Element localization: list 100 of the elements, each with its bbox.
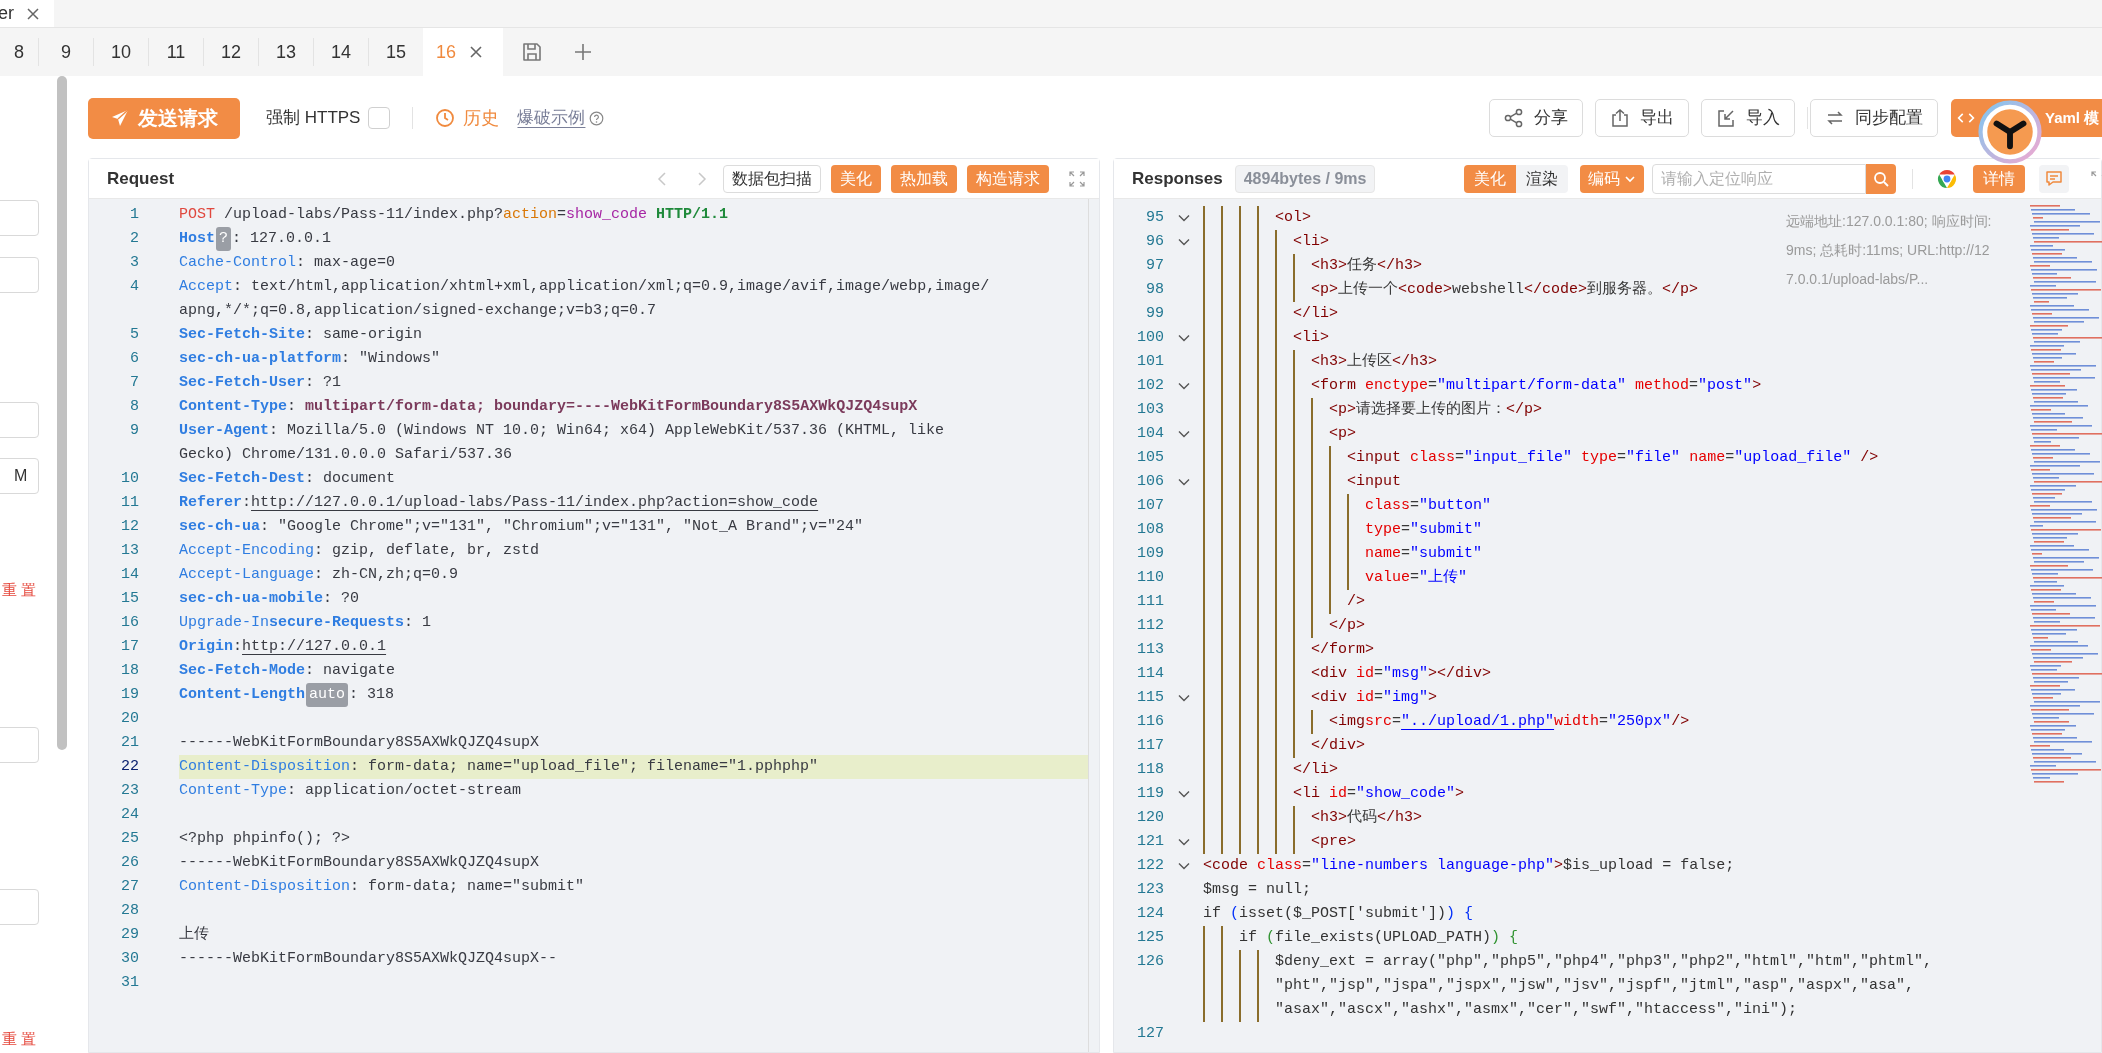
code-line: Sec-Fetch-Mode: navigate xyxy=(179,661,397,681)
code-line: if (isset($_POST['submit'])) { xyxy=(1203,904,1474,924)
code-line: "pht","jsp","jspa","jspx","jsw","jsv","jspf","jtml","asp","aspx","asa", xyxy=(1275,976,1915,996)
code-text: : 318 xyxy=(349,685,395,705)
render-button[interactable]: 渲染 xyxy=(1516,164,1568,193)
line-number: 101 xyxy=(1136,352,1164,372)
code-line: <li id="show_code"> xyxy=(1293,784,1465,804)
code-line: </div> xyxy=(1311,736,1365,756)
line-number: 95 xyxy=(1145,208,1164,228)
code-text: Origin xyxy=(179,637,233,657)
packet-scan-button[interactable]: 数据包扫描 xyxy=(723,164,821,193)
toolbar-button[interactable]: 同步配置 xyxy=(1810,99,1938,137)
reset-link[interactable]: 重 置 xyxy=(2,1029,37,1049)
response-size-label: 4894bytes / 9ms xyxy=(1234,164,1376,193)
examples-link[interactable]: 爆破示例 xyxy=(517,105,586,131)
toolbar-button[interactable]: 导入 xyxy=(1701,99,1795,137)
line-number: 112 xyxy=(1136,616,1164,636)
code-line: Accept: text/html,application/xhtml+xml,application/xml;q=0.9,image/avif,image/webp,image/ xyxy=(179,277,991,297)
code-text: <img xyxy=(1329,712,1365,732)
code-line: class="button" xyxy=(1365,496,1492,516)
code-line: $msg = null; xyxy=(1203,880,1312,900)
line-number: 15 xyxy=(120,589,139,609)
line-number: 98 xyxy=(1145,280,1164,300)
line-number: 23 xyxy=(120,781,139,801)
line-number: 8 xyxy=(129,397,139,417)
code-line: <form enctype="multipart/form-data" method="post"> xyxy=(1311,376,1762,396)
line-number: 28 xyxy=(120,901,139,921)
code-text: Host xyxy=(179,229,215,249)
code-line: <p>请选择要上传的图片：</p> xyxy=(1329,399,1543,420)
code-line: <li> xyxy=(1293,232,1329,252)
tab[interactable]: 11 xyxy=(148,38,203,66)
code-line: <input class="input_file" type="file" name="upload_file" /> xyxy=(1347,448,1879,468)
link[interactable]: http://127.0.0.1 xyxy=(242,635,387,659)
tab[interactable]: 12 xyxy=(203,38,258,66)
line-number: 120 xyxy=(1136,808,1164,828)
line-number: 96 xyxy=(1145,232,1164,252)
line-number: 17 xyxy=(120,637,139,657)
code-text: = xyxy=(1599,712,1609,732)
code-line: Content-Disposition: form-data; name="submit" xyxy=(179,877,586,897)
tab[interactable]: 13 xyxy=(258,38,313,66)
line-number: 20 xyxy=(120,709,139,729)
code-line: </form> xyxy=(1311,640,1374,660)
line-number: 10 xyxy=(120,469,139,489)
code-line: ------WebKitFormBoundary8S5AXWkQJZQ4supX-- xyxy=(179,949,559,969)
code-text: src xyxy=(1365,712,1393,732)
code-line: </p> xyxy=(1329,616,1365,636)
line-number: 127 xyxy=(1136,1024,1164,1044)
code-line: type="submit" xyxy=(1365,520,1483,540)
line-number: 12 xyxy=(120,517,139,537)
code-line: apng,*/*;q=0.8,application/signed-exchange;v=b3;q=0.7 xyxy=(179,301,658,321)
line-number: 1 xyxy=(129,205,139,225)
line-number: 125 xyxy=(1136,928,1164,948)
code-line: <pre> xyxy=(1311,832,1356,852)
code-line: <h3>代码</h3> xyxy=(1311,808,1423,828)
line-number: 22 xyxy=(120,757,139,777)
line-number: 102 xyxy=(1136,376,1164,396)
line-number: 111 xyxy=(1136,592,1164,612)
code-text: /> xyxy=(1671,712,1690,732)
line-number: 106 xyxy=(1136,472,1164,492)
line-number: 3 xyxy=(129,253,139,273)
code-line: <p>上传一个<code>webshell</code>到服务器。</p> xyxy=(1311,279,1699,300)
toolbar-button[interactable]: 分享 xyxy=(1489,99,1583,137)
line-number: 7 xyxy=(129,373,139,393)
code-line: sec-ch-ua-mobile: ?0 xyxy=(179,589,361,609)
code-text: : xyxy=(242,493,252,513)
hint-label: auto xyxy=(306,683,349,707)
code-line: <h3>任务</h3> xyxy=(1311,256,1423,276)
code-line: 上传 xyxy=(179,924,210,945)
code-line: if (file_exists(UPLOAD_PATH)) { xyxy=(1239,928,1519,948)
reset-link[interactable]: 重 置 xyxy=(2,580,37,600)
code-line: "asax","ascx","ashx","asmx","cer","swf","htaccess","ini"); xyxy=(1275,1000,1798,1020)
line-number: 29 xyxy=(120,925,139,945)
code-line: Sec-Fetch-User: ?1 xyxy=(179,373,343,393)
tab[interactable]: 9 xyxy=(38,38,93,66)
code-text: Content-Length xyxy=(179,685,306,705)
code-text: : 127.0.0.1 xyxy=(232,229,332,249)
code-text: = xyxy=(1392,712,1402,732)
line-number: 113 xyxy=(1136,640,1164,660)
line-number: 26 xyxy=(120,853,139,873)
line-number: 126 xyxy=(1136,952,1164,972)
code-line: <li> xyxy=(1293,328,1329,348)
line-number: 6 xyxy=(129,349,139,369)
link[interactable]: http://127.0.0.1/upload-labs/Pass-11/index.php?action=show_code xyxy=(251,491,819,515)
code-text: width xyxy=(1554,712,1600,732)
line-number: 24 xyxy=(120,805,139,825)
line-number: 115 xyxy=(1136,688,1164,708)
line-number: 118 xyxy=(1136,760,1164,780)
search-field[interactable]: 请输入定位响应 xyxy=(1652,163,1866,194)
input-field[interactable]: M xyxy=(0,458,39,494)
line-number: 99 xyxy=(1145,304,1164,324)
link[interactable]: "../upload/1.php" xyxy=(1401,710,1555,734)
line-number: 11 xyxy=(120,493,139,513)
tab[interactable]: 10 xyxy=(93,38,148,66)
line-number: 109 xyxy=(1136,544,1164,564)
line-number: 107 xyxy=(1136,496,1164,516)
tab[interactable]: 8 xyxy=(0,28,38,76)
toolbar-button[interactable]: 导出 xyxy=(1595,99,1689,137)
code-text: "250px" xyxy=(1608,712,1672,732)
tab[interactable]: 14 xyxy=(313,38,368,66)
line-number: 121 xyxy=(1136,832,1164,852)
